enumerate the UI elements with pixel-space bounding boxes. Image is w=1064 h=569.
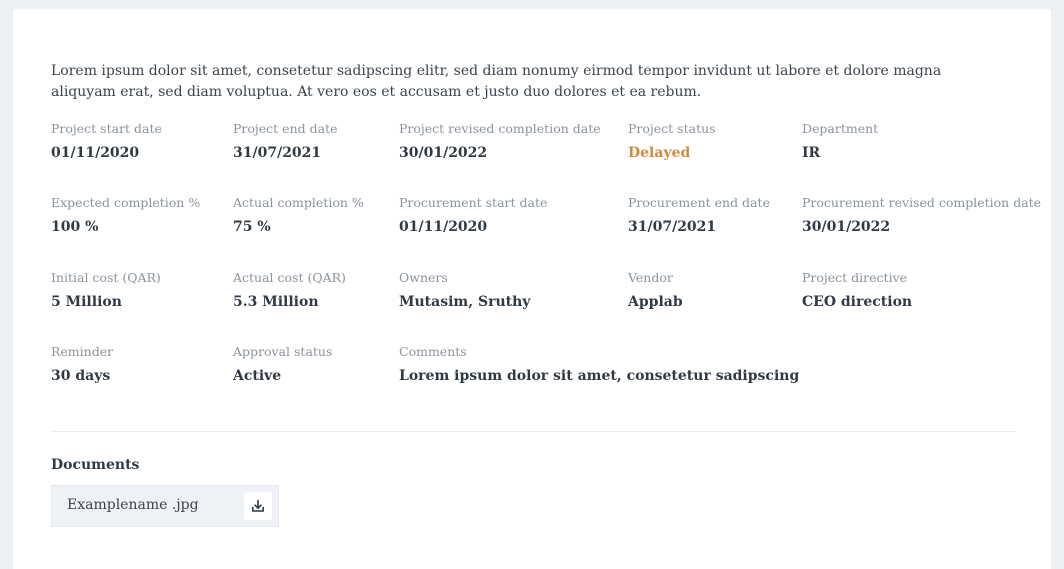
field-project-status: Project status Delayed (628, 121, 716, 162)
field-value: Active (233, 368, 282, 384)
field-reminder: Reminder 30 days (51, 344, 113, 385)
project-description: Lorem ipsum dolor sit amet, consetetur s… (51, 63, 942, 100)
project-details-card: Lorem ipsum dolor sit amet, consetetur s… (13, 9, 1051, 569)
field-procurement-end-date: Procurement end date 31/07/2021 (628, 195, 770, 236)
field-label: Approval status (233, 344, 333, 359)
field-label: Expected completion % (51, 195, 201, 210)
field-project-start-date: Project start date 01/11/2020 (51, 121, 162, 162)
field-label: Actual completion % (233, 195, 364, 210)
field-value: 01/11/2020 (51, 145, 140, 161)
field-value: 75 % (233, 219, 271, 235)
field-label: Reminder (51, 344, 114, 359)
field-label: Comments (399, 344, 467, 359)
field-comments: Comments Lorem ipsum dolor sit amet, con… (399, 344, 799, 385)
field-label: Owners (399, 270, 448, 285)
download-icon (251, 499, 265, 513)
field-label: Project revised completion date (399, 121, 601, 136)
field-value: 5.3 Million (233, 294, 319, 310)
field-actual-cost: Actual cost (QAR) 5.3 Million (233, 270, 346, 311)
download-button[interactable] (244, 492, 272, 520)
field-value: IR (802, 145, 821, 161)
field-actual-completion: Actual completion % 75 % (233, 195, 364, 236)
field-value: 30/01/2022 (802, 219, 891, 235)
field-project-end-date: Project end date 31/07/2021 (233, 121, 337, 162)
field-value: 5 Million (51, 294, 122, 310)
field-label: Initial cost (QAR) (51, 270, 161, 285)
field-expected-completion: Expected completion % 100 % (51, 195, 200, 236)
field-value: Lorem ipsum dolor sit amet, consetetur s… (399, 368, 800, 384)
field-initial-cost: Initial cost (QAR) 5 Million (51, 270, 161, 311)
field-label: Project directive (802, 270, 908, 285)
field-value: 31/07/2021 (233, 145, 322, 161)
field-procurement-start-date: Procurement start date 01/11/2020 (399, 195, 547, 236)
field-label: Procurement end date (628, 195, 770, 210)
field-project-revised-date: Project revised completion date 30/01/20… (399, 121, 601, 162)
document-file-name: Examplename .jpg (67, 497, 199, 513)
field-value: 30/01/2022 (399, 145, 488, 161)
field-label: Procurement start date (399, 195, 548, 210)
field-value: CEO direction (802, 294, 913, 310)
document-item: Examplename .jpg (51, 485, 279, 527)
field-label: Project start date (51, 121, 162, 136)
field-procurement-revised-date: Procurement revised completion date 30/0… (802, 195, 1041, 236)
field-label: Actual cost (QAR) (233, 270, 346, 285)
field-value: 30 days (51, 368, 111, 384)
field-label: Project end date (233, 121, 338, 136)
field-vendor: Vendor Applab (628, 270, 683, 311)
field-value: 100 % (51, 219, 99, 235)
field-value: 31/07/2021 (628, 219, 717, 235)
field-department: Department IR (802, 121, 878, 162)
field-label: Department (802, 121, 879, 136)
field-value: Applab (628, 294, 683, 310)
documents-heading: Documents (51, 457, 140, 473)
field-owners: Owners Mutasim, Sruthy (399, 270, 530, 311)
field-label: Procurement revised completion date (802, 195, 1042, 210)
field-project-directive: Project directive CEO direction (802, 270, 912, 311)
field-value: Mutasim, Sruthy (399, 294, 531, 310)
field-label: Project status (628, 121, 716, 136)
section-divider (51, 431, 1015, 432)
field-value: 01/11/2020 (399, 219, 488, 235)
status-badge: Delayed (628, 145, 691, 161)
field-approval-status: Approval status Active (233, 344, 332, 385)
field-label: Vendor (628, 270, 673, 285)
